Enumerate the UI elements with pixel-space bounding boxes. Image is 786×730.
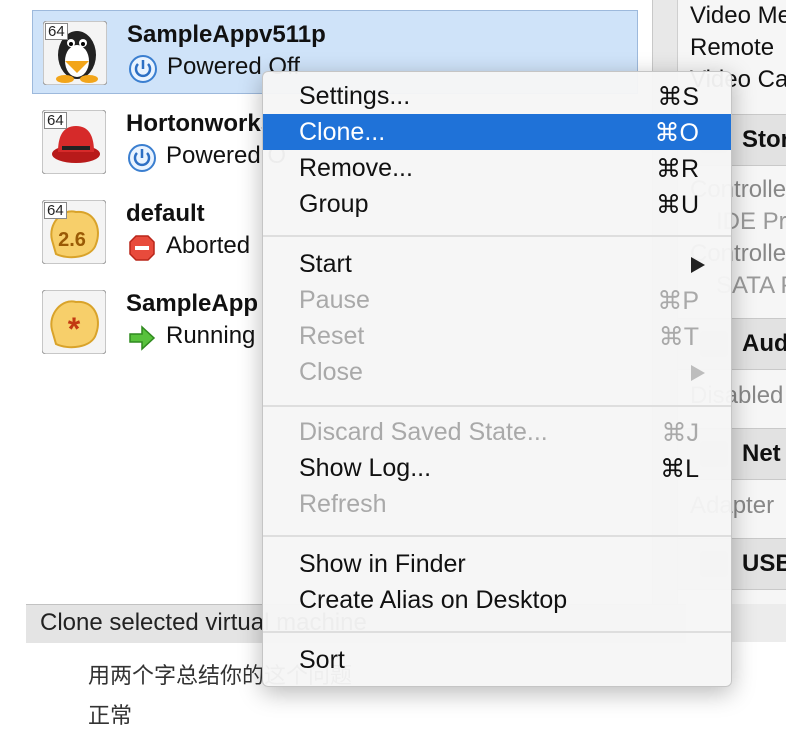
- menu-item-shortcut: ⌘T: [658, 323, 699, 351]
- menu-item-label: Start: [299, 250, 352, 278]
- menu-separator: [263, 235, 731, 237]
- vm-name: SampleAppv511p: [127, 21, 326, 48]
- other-os-icon: *: [42, 290, 106, 354]
- menu-item-label: Pause: [299, 286, 370, 314]
- power-off-icon: [128, 144, 156, 172]
- menu-item-close: Close: [263, 354, 731, 390]
- menu-item-label: Group: [299, 190, 369, 218]
- menu-item-label: Sort: [299, 646, 345, 674]
- svg-text:*: *: [68, 311, 81, 347]
- menu-item-shortcut: ⌘P: [657, 287, 699, 315]
- menu-item-shortcut: ⌘U: [655, 191, 699, 219]
- vm-name: SampleApp: [126, 290, 259, 317]
- menu-item-settings[interactable]: Settings... ⌘S: [263, 78, 731, 114]
- menu-item-pause: Pause ⌘P: [263, 282, 731, 318]
- menu-separator: [263, 405, 731, 407]
- menu-item-label: Create Alias on Desktop: [299, 586, 568, 614]
- menu-item-label: Reset: [299, 322, 365, 350]
- menu-item-start[interactable]: Start: [263, 246, 731, 282]
- arch-64-badge: 64: [45, 23, 68, 40]
- section-title: Net: [742, 440, 781, 467]
- redhat-icon: 64: [42, 110, 106, 174]
- section-title: Stor: [742, 126, 786, 153]
- menu-item-label: Show Log...: [299, 454, 432, 482]
- menu-item-shortcut: ⌘J: [661, 419, 700, 447]
- arch-64-badge: 64: [44, 202, 67, 219]
- menu-item-label: Settings...: [299, 82, 411, 110]
- vm-name: Hortonworks: [126, 110, 275, 137]
- power-off-icon: [129, 55, 157, 83]
- vm-state: Running: [166, 322, 256, 349]
- details-line: Remote: [690, 34, 775, 61]
- section-title: USB: [742, 550, 786, 577]
- menu-separator: [263, 535, 731, 537]
- menu-item-remove[interactable]: Remove... ⌘R: [263, 150, 731, 186]
- menu-item-label: Show in Finder: [299, 550, 466, 578]
- submenu-arrow-icon: [691, 365, 705, 381]
- submenu-arrow-icon: [691, 257, 705, 273]
- vm-context-menu: Settings... ⌘S Clone... ⌘O Remove... ⌘R …: [262, 71, 732, 687]
- menu-item-shortcut: ⌘O: [654, 119, 699, 147]
- menu-item-group[interactable]: Group ⌘U: [263, 186, 731, 222]
- menu-item-label: Remove...: [299, 154, 413, 182]
- section-title: Aud: [742, 330, 786, 357]
- menu-item-reset: Reset ⌘T: [263, 318, 731, 354]
- menu-item-show-log[interactable]: Show Log... ⌘L: [263, 450, 731, 486]
- menu-item-shortcut: ⌘L: [660, 455, 699, 483]
- menu-item-create-alias[interactable]: Create Alias on Desktop: [263, 582, 731, 618]
- menu-item-label: Discard Saved State...: [299, 418, 548, 446]
- running-arrow-icon: [128, 324, 156, 352]
- menu-separator: [263, 631, 731, 633]
- menu-item-label: Close: [299, 358, 363, 386]
- vm-state: Aborted: [166, 232, 251, 259]
- arch-64-badge: 64: [44, 112, 67, 129]
- menu-item-shortcut: ⌘R: [655, 155, 699, 183]
- menu-item-shortcut: ⌘S: [657, 83, 699, 111]
- menu-item-discard-saved-state: Discard Saved State... ⌘J: [263, 414, 731, 450]
- menu-item-label: Clone...: [299, 118, 386, 146]
- menu-item-show-in-finder[interactable]: Show in Finder: [263, 546, 731, 582]
- background-page-text: 正常: [88, 703, 133, 728]
- vm-name: default: [126, 200, 205, 227]
- os-version-label: 2.6: [58, 229, 86, 251]
- aborted-icon: [128, 234, 156, 262]
- menu-item-refresh: Refresh: [263, 486, 731, 522]
- menu-item-clone[interactable]: Clone... ⌘O: [263, 114, 731, 150]
- linux-tux-icon: 64: [43, 21, 107, 85]
- linux-2.6-icon: 2.6 64: [42, 200, 106, 264]
- menu-item-sort[interactable]: Sort: [263, 642, 731, 678]
- details-line: Video Me: [690, 2, 786, 29]
- menu-item-label: Refresh: [299, 490, 387, 518]
